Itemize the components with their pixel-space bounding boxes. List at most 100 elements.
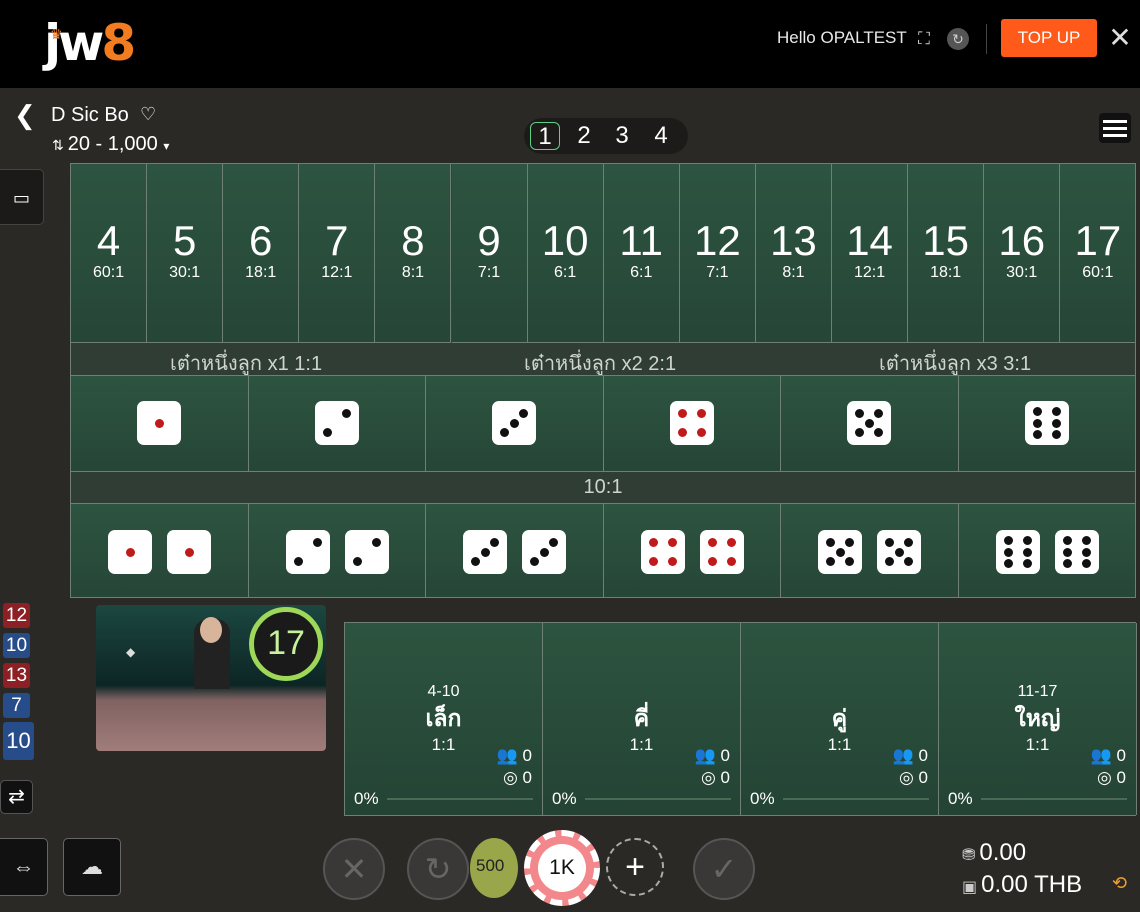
single-bet-2[interactable]	[248, 376, 426, 472]
tab-1[interactable]: 1	[530, 122, 560, 150]
die-pip	[1003, 559, 1013, 568]
refresh-balance-icon[interactable]: ⟲	[1112, 873, 1127, 894]
die-face-4-icon	[669, 401, 714, 445]
total-bet-9[interactable]: 9 7:1	[451, 164, 528, 343]
total-number: 13	[770, 217, 817, 264]
total-bet-7[interactable]: 7 12:1	[299, 164, 376, 343]
refresh-icon[interactable]: ↻	[947, 28, 969, 50]
total-bet-8[interactable]: 8 8:1	[375, 164, 452, 343]
die-pip	[1062, 536, 1072, 545]
add-chip-button[interactable]: +	[606, 838, 664, 896]
undo-button[interactable]: ↻	[407, 838, 469, 900]
chips-value: 0	[918, 768, 928, 787]
bet-percentage-bar	[783, 798, 929, 800]
total-bet-17[interactable]: 17 60:1	[1060, 164, 1137, 343]
die-pip	[471, 557, 480, 566]
die-pip	[1051, 418, 1061, 428]
die-pip	[1081, 536, 1091, 545]
die-pip	[371, 538, 381, 547]
total-bet-16[interactable]: 16 30:1	[984, 164, 1061, 343]
total-bet-11[interactable]: 11 6:1	[603, 164, 680, 343]
cloud-info-icon[interactable]: ☁	[63, 838, 121, 896]
single-x2-label: เต๋าหนึ่งลูก x2 2:1	[524, 353, 677, 375]
die-pip	[726, 538, 736, 547]
bet-limits-selector[interactable]: ⇅ 20 - 1,000 ▾	[52, 133, 169, 156]
pair-payout-label: 10:1	[583, 476, 623, 498]
die-pip	[845, 538, 854, 547]
swap-layout-icon[interactable]: ⇄	[0, 780, 33, 814]
single-bet-5[interactable]	[781, 376, 959, 472]
die-pip	[1022, 559, 1032, 568]
die-pip	[1022, 547, 1032, 557]
single-bet-6[interactable]	[958, 376, 1136, 472]
total-bet-4[interactable]: 4 60:1	[71, 164, 148, 343]
total-number: 15	[922, 217, 969, 264]
fullscreen-icon[interactable]: ⛶	[913, 28, 935, 50]
close-icon[interactable]: ✕	[1106, 24, 1134, 52]
pair-bet-3[interactable]	[426, 504, 604, 598]
pair-bet-2[interactable]	[248, 504, 426, 598]
bet-total-value: 0.00	[979, 839, 1027, 866]
outside-bet-4[interactable]: 11-17 ใหญ่ 1:1 👥 0 ◎ 0 0%	[939, 623, 1137, 815]
total-bet-6[interactable]: 6 18:1	[223, 164, 300, 343]
single-bet-3[interactable]	[426, 376, 604, 472]
pair-bet-4[interactable]	[603, 504, 781, 598]
die-pip	[1081, 547, 1091, 557]
tab-2[interactable]: 2	[569, 122, 599, 150]
players-count: 👥 0	[695, 746, 730, 766]
chips-value: 0	[720, 768, 730, 787]
chip-500[interactable]: 500	[470, 838, 518, 898]
wallet-icon: ▣	[962, 879, 978, 896]
total-bet-15[interactable]: 15 18:1	[908, 164, 985, 343]
outside-bet-1[interactable]: 4-10 เล็ก 1:1 👥 0 ◎ 0 0%	[345, 623, 543, 815]
players-icon: 👥	[496, 746, 518, 765]
pair-bet-1[interactable]	[71, 504, 249, 598]
die-pip	[1051, 407, 1061, 416]
chips-count: ◎ 0	[701, 768, 730, 788]
chip-1k-selected[interactable]: 1K	[524, 830, 600, 906]
die-face-6-icon	[995, 530, 1040, 574]
single-bet-1[interactable]	[71, 376, 249, 472]
die-pip	[696, 428, 706, 437]
total-bet-12[interactable]: 12 7:1	[679, 164, 756, 343]
die-face-3-icon	[463, 530, 507, 574]
players-icon: 👥	[694, 746, 716, 765]
single-dice-header: เต๋าหนึ่งลูก x1 1:1 เต๋าหนึ่งลูก x2 2:1 …	[71, 343, 1135, 376]
camera-icon[interactable]: ▭	[0, 169, 44, 225]
die-face-1-icon	[167, 530, 211, 574]
link-icon[interactable]: ⇔	[0, 838, 48, 896]
back-arrow-icon[interactable]: ❮	[14, 100, 36, 131]
single-bet-4[interactable]	[603, 376, 781, 472]
outside-bet-2[interactable]: คี่ 1:1 👥 0 ◎ 0 0%	[543, 623, 741, 815]
chips-value: 0	[1116, 768, 1126, 787]
sort-arrows-icon: ⇅	[52, 137, 64, 153]
total-bet-14[interactable]: 14 12:1	[832, 164, 909, 343]
pair-bet-6[interactable]	[958, 504, 1136, 598]
die-face-3-icon	[492, 401, 536, 445]
menu-icon[interactable]	[1099, 113, 1131, 143]
die-pip	[509, 418, 519, 428]
chips-count: ◎ 0	[503, 768, 532, 788]
die-face-5-icon	[877, 530, 921, 574]
die-pip	[1022, 536, 1032, 545]
total-bet-13[interactable]: 13 8:1	[755, 164, 832, 343]
tab-3[interactable]: 3	[607, 122, 637, 150]
outside-bet-3[interactable]: คู่ 1:1 👥 0 ◎ 0 0%	[741, 623, 939, 815]
pair-bet-5[interactable]	[781, 504, 959, 598]
players-count: 👥 0	[893, 746, 928, 766]
jw8-logo[interactable]: ♛ jw8	[44, 14, 136, 72]
total-payout: 60:1	[92, 264, 125, 281]
confirm-button[interactable]: ✓	[693, 838, 755, 900]
total-bet-10[interactable]: 10 6:1	[527, 164, 604, 343]
topup-button[interactable]: TOP UP	[1001, 19, 1097, 57]
clear-bets-button[interactable]: ✕	[323, 838, 385, 900]
total-payout: 8:1	[401, 264, 425, 281]
die-face-5-icon	[818, 530, 862, 574]
tab-4[interactable]: 4	[646, 122, 676, 150]
die-pip	[855, 409, 864, 418]
favorite-heart-icon[interactable]: ♡	[140, 104, 156, 125]
die-pip	[1062, 547, 1072, 557]
wallet-balance: ▣ 0.00 THB	[962, 871, 1082, 899]
bet-name: ใหญ่	[1014, 705, 1061, 731]
total-bet-5[interactable]: 5 30:1	[147, 164, 224, 343]
